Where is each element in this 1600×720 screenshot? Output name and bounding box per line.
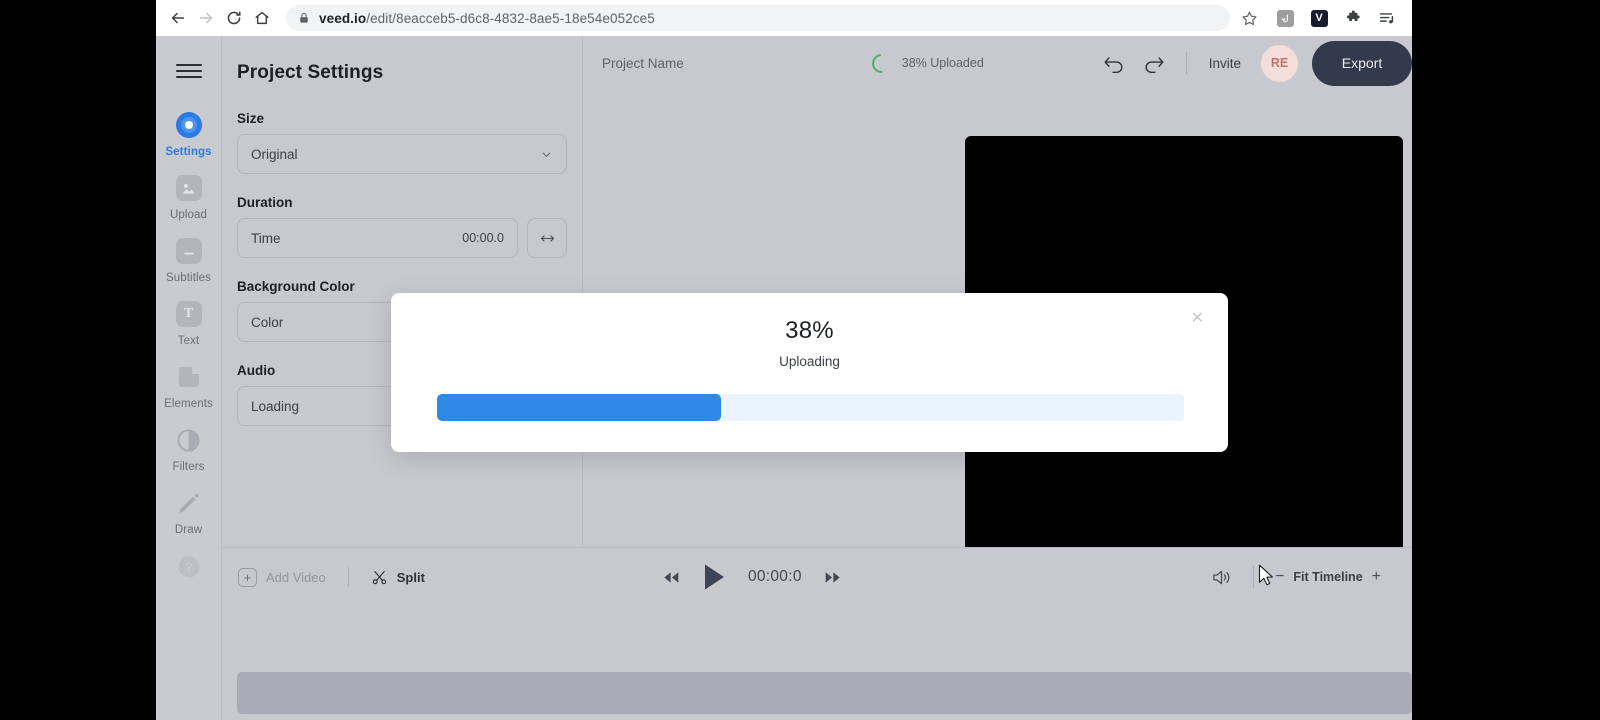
transport-controls: 00:00:0 [663,563,841,591]
upload-progress-modal: ✕ 38% Uploading [391,293,1228,452]
upload-status: 38% Uploaded [867,49,984,77]
veed-editor: Settings Upload Subtitles T Text Element… [156,36,1412,720]
chevron-down-icon [540,148,553,161]
draw-pencil-icon [174,488,204,518]
timeline-track[interactable] [237,672,1412,714]
zoom-in-button[interactable]: + [1363,568,1390,586]
label-background-color: Background Color [237,279,355,294]
url-domain: veed.io [319,10,367,26]
lock-icon [298,12,310,24]
sidebar-item-filters[interactable]: Filters [156,425,222,473]
audio-value: Loading [251,398,300,414]
divider [347,567,349,587]
current-time: 00:00:0 [747,568,802,585]
sidebar-label-subtitles: Subtitles [165,272,211,284]
left-sidebar: Settings Upload Subtitles T Text Element… [156,36,222,720]
redo-arrow-icon[interactable] [1134,45,1174,81]
sidebar-label-elements: Elements [164,398,213,410]
export-button[interactable]: Export [1312,40,1412,86]
page-title: Project Settings [237,62,384,83]
topbar-actions: Invite RE Export [1094,40,1412,86]
resize-horizontal-icon[interactable] [527,218,567,258]
extension-badge-veed: V [1310,9,1328,27]
sidebar-item-settings[interactable]: Settings [156,110,222,158]
url-text: veed.io/edit/8eacceb5-d6c8-4832-8ae5-18e… [319,11,655,26]
sidebar-label-settings: Settings [165,146,212,158]
reload-button[interactable] [220,4,248,32]
field-duration: Duration Time 00:00.0 [237,195,567,258]
label-size: Size [237,111,265,126]
fit-timeline-button[interactable]: Fit Timeline [1293,570,1362,584]
timeline-section: + Add Video Split 00:00:0 − Fit Timeline… [222,547,1412,720]
modal-percent: 38% [785,317,834,344]
sidebar-label-upload: Upload [169,209,208,221]
star-icon[interactable] [1236,5,1262,31]
background-color-value: Color [251,314,284,330]
browser-menu-icon[interactable] [1374,5,1400,31]
timeline-right-controls: − Fit Timeline + [1201,559,1390,595]
sidebar-item-text[interactable]: T Text [156,299,222,347]
sidebar-label-text: Text [177,335,200,347]
label-duration: Duration [237,195,293,210]
duration-value: 00:00.0 [462,231,504,245]
editor-topbar: Project Name 38% Uploaded Invite RE Expo… [584,36,1412,90]
sidebar-item-elements[interactable]: Elements [156,362,222,410]
close-icon[interactable]: ✕ [1191,311,1204,327]
elements-shape-icon [174,362,204,392]
back-button[interactable] [164,4,192,32]
add-video-button[interactable]: + Add Video [238,567,326,587]
extension-badge-1 [1276,9,1294,27]
progress-bar [437,394,1184,421]
project-name[interactable]: Project Name [602,56,684,71]
svg-text:?: ? [185,561,193,575]
sidebar-item-draw[interactable]: Draw [156,488,222,536]
address-bar[interactable]: veed.io/edit/8eacceb5-d6c8-4832-8ae5-18e… [286,5,1230,31]
project-settings-panel: Project Settings Size Original Duration … [222,36,583,547]
skip-back-icon[interactable] [663,571,680,584]
settings-target-icon [174,110,204,140]
sidebar-item-subtitles[interactable]: Subtitles [156,236,222,284]
upload-status-text: 38% Uploaded [901,56,984,70]
upload-image-icon [174,173,204,203]
volume-icon[interactable] [1201,559,1241,595]
field-size: Size Original [237,111,567,174]
progress-bar-fill [437,394,721,421]
sidebar-item-upload[interactable]: Upload [156,173,222,221]
filters-contrast-icon [174,425,204,455]
subtitles-icon [174,236,204,266]
split-label: Split [396,569,425,585]
mouse-cursor [1258,564,1275,592]
url-path: /edit/8eacceb5-d6c8-4832-8ae5-18e54e052c… [366,10,655,26]
play-icon[interactable] [702,563,726,591]
plus-box-icon: + [238,567,257,587]
help-question-icon[interactable]: ? [177,555,201,584]
forward-button[interactable] [192,4,220,32]
size-dropdown[interactable]: Original [237,134,567,174]
modal-status-text: Uploading [779,354,840,369]
home-button[interactable] [248,4,276,32]
duration-placeholder: Time [251,230,281,246]
size-value: Original [251,146,298,162]
text-t-icon: T [174,299,204,329]
browser-window: veed.io/edit/8eacceb5-d6c8-4832-8ae5-18e… [156,0,1412,720]
sidebar-label-filters: Filters [172,461,205,473]
sidebar-label-draw: Draw [174,524,203,536]
spinner-icon [867,49,895,77]
browser-toolbar: veed.io/edit/8eacceb5-d6c8-4832-8ae5-18e… [156,0,1412,36]
avatar[interactable]: RE [1261,44,1298,82]
split-button[interactable]: Split [371,569,425,586]
scissors-icon [371,569,388,586]
duration-time-input[interactable]: Time 00:00.0 [237,218,518,258]
divider [1253,566,1255,588]
invite-button[interactable]: Invite [1199,56,1251,71]
extension-icon-1[interactable] [1272,5,1298,31]
skip-forward-icon[interactable] [824,571,841,584]
add-video-label: Add Video [266,569,326,585]
hamburger-icon[interactable] [175,58,202,84]
undo-arrow-icon[interactable] [1094,45,1134,81]
divider [1185,52,1187,74]
extension-icon-veed[interactable]: V [1306,5,1332,31]
puzzle-icon[interactable] [1340,5,1366,31]
timeline-toolbar: + Add Video Split 00:00:0 − Fit Timeline… [222,548,1412,606]
